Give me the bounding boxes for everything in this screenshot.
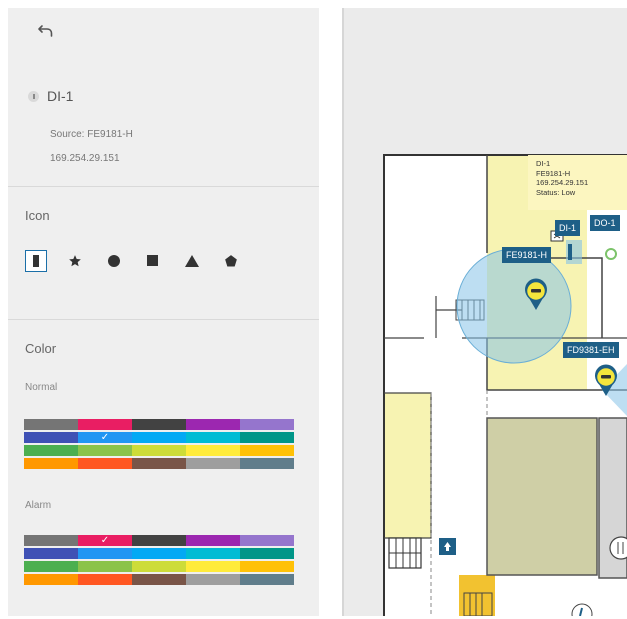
color-swatch[interactable] <box>132 458 186 469</box>
icon-option-star[interactable] <box>64 250 86 272</box>
icon-option-pentagon[interactable] <box>220 250 242 272</box>
icon-option-square[interactable] <box>142 250 164 272</box>
icon-option-bar[interactable] <box>25 250 47 272</box>
color-swatch[interactable] <box>78 548 132 559</box>
color-swatch[interactable] <box>240 432 294 443</box>
color-swatch[interactable] <box>78 419 132 430</box>
circle-icon <box>108 255 120 267</box>
color-swatch[interactable] <box>240 561 294 572</box>
square-icon <box>147 255 158 266</box>
device-ip: 169.254.29.151 <box>50 153 120 164</box>
color-swatch[interactable] <box>24 432 78 443</box>
color-swatch[interactable] <box>132 432 186 443</box>
color-swatch[interactable] <box>240 458 294 469</box>
tooltip-ip: 169.254.29.151 <box>536 178 589 187</box>
color-swatch[interactable] <box>24 458 78 469</box>
color-swatch[interactable] <box>240 535 294 546</box>
checkmark-icon: ✓ <box>100 431 110 443</box>
tooltip-status: Status: Low <box>536 187 576 197</box>
color-swatch[interactable] <box>186 419 240 430</box>
tooltip-model: FE9181-H <box>536 168 571 178</box>
checkmark-icon: ✓ <box>100 534 110 546</box>
color-swatch[interactable] <box>240 445 294 456</box>
icon-options <box>25 250 242 272</box>
color-swatch[interactable] <box>24 445 78 456</box>
color-swatch[interactable] <box>78 574 132 585</box>
color-swatch[interactable] <box>132 535 186 546</box>
color-swatch[interactable] <box>240 419 294 430</box>
icon-section-title: Icon <box>25 208 50 223</box>
bar-icon <box>33 255 39 267</box>
map-label-fe9181-h[interactable]: FE9181-H <box>502 247 552 263</box>
icon-option-circle[interactable] <box>103 250 125 272</box>
color-swatch[interactable]: ✓ <box>78 535 132 546</box>
device-tooltip: DI-1 FE9181-H 169.254.29.151 Status: Low <box>528 155 627 210</box>
color-swatch[interactable] <box>24 574 78 585</box>
alarm-color-palette: ✓ <box>24 535 294 585</box>
color-swatch[interactable] <box>186 548 240 559</box>
color-swatch[interactable] <box>78 561 132 572</box>
map-label-do-1[interactable]: DO-1 <box>590 215 620 231</box>
color-swatch[interactable] <box>186 535 240 546</box>
info-icon <box>28 90 39 102</box>
color-swatch[interactable] <box>132 445 186 456</box>
color-swatch[interactable] <box>24 535 78 546</box>
color-swatch[interactable]: ✓ <box>78 432 132 443</box>
device-source: Source: FE9181-H <box>50 129 133 140</box>
tooltip-name: DI-1 <box>536 159 551 168</box>
divider <box>8 319 319 320</box>
color-swatch[interactable] <box>24 561 78 572</box>
device-header: DI-1 <box>28 88 73 104</box>
undo-icon[interactable] <box>35 20 57 42</box>
pentagon-icon <box>225 255 237 267</box>
color-swatch[interactable] <box>132 419 186 430</box>
color-swatch[interactable] <box>132 561 186 572</box>
color-section-title: Color <box>25 341 57 356</box>
color-swatch[interactable] <box>78 445 132 456</box>
triangle-icon <box>185 255 199 267</box>
alarm-color-label: Alarm <box>25 500 52 511</box>
color-swatch[interactable] <box>186 445 240 456</box>
normal-color-label: Normal <box>25 382 58 393</box>
map-label-fd9381-eh[interactable]: FD9381-EH <box>563 342 619 358</box>
color-swatch[interactable] <box>240 574 294 585</box>
color-swatch[interactable] <box>24 548 78 559</box>
map-label-di-1[interactable]: DI-1 <box>555 220 581 236</box>
floor-plan-view[interactable] <box>344 8 627 616</box>
color-swatch[interactable] <box>186 561 240 572</box>
color-swatch[interactable] <box>132 548 186 559</box>
device-name: DI-1 <box>47 88 74 104</box>
color-swatch[interactable] <box>24 419 78 430</box>
color-swatch[interactable] <box>186 574 240 585</box>
star-icon <box>69 255 81 267</box>
floor-plan <box>383 154 627 616</box>
normal-color-palette: ✓ <box>24 419 294 469</box>
color-swatch[interactable] <box>186 458 240 469</box>
divider <box>8 186 319 187</box>
icon-option-triangle[interactable] <box>181 250 203 272</box>
color-swatch[interactable] <box>78 458 132 469</box>
color-swatch[interactable] <box>186 432 240 443</box>
color-swatch[interactable] <box>240 548 294 559</box>
color-swatch[interactable] <box>132 574 186 585</box>
device-settings-panel: DI-1 Source: FE9181-H 169.254.29.151 Ico… <box>8 8 319 616</box>
